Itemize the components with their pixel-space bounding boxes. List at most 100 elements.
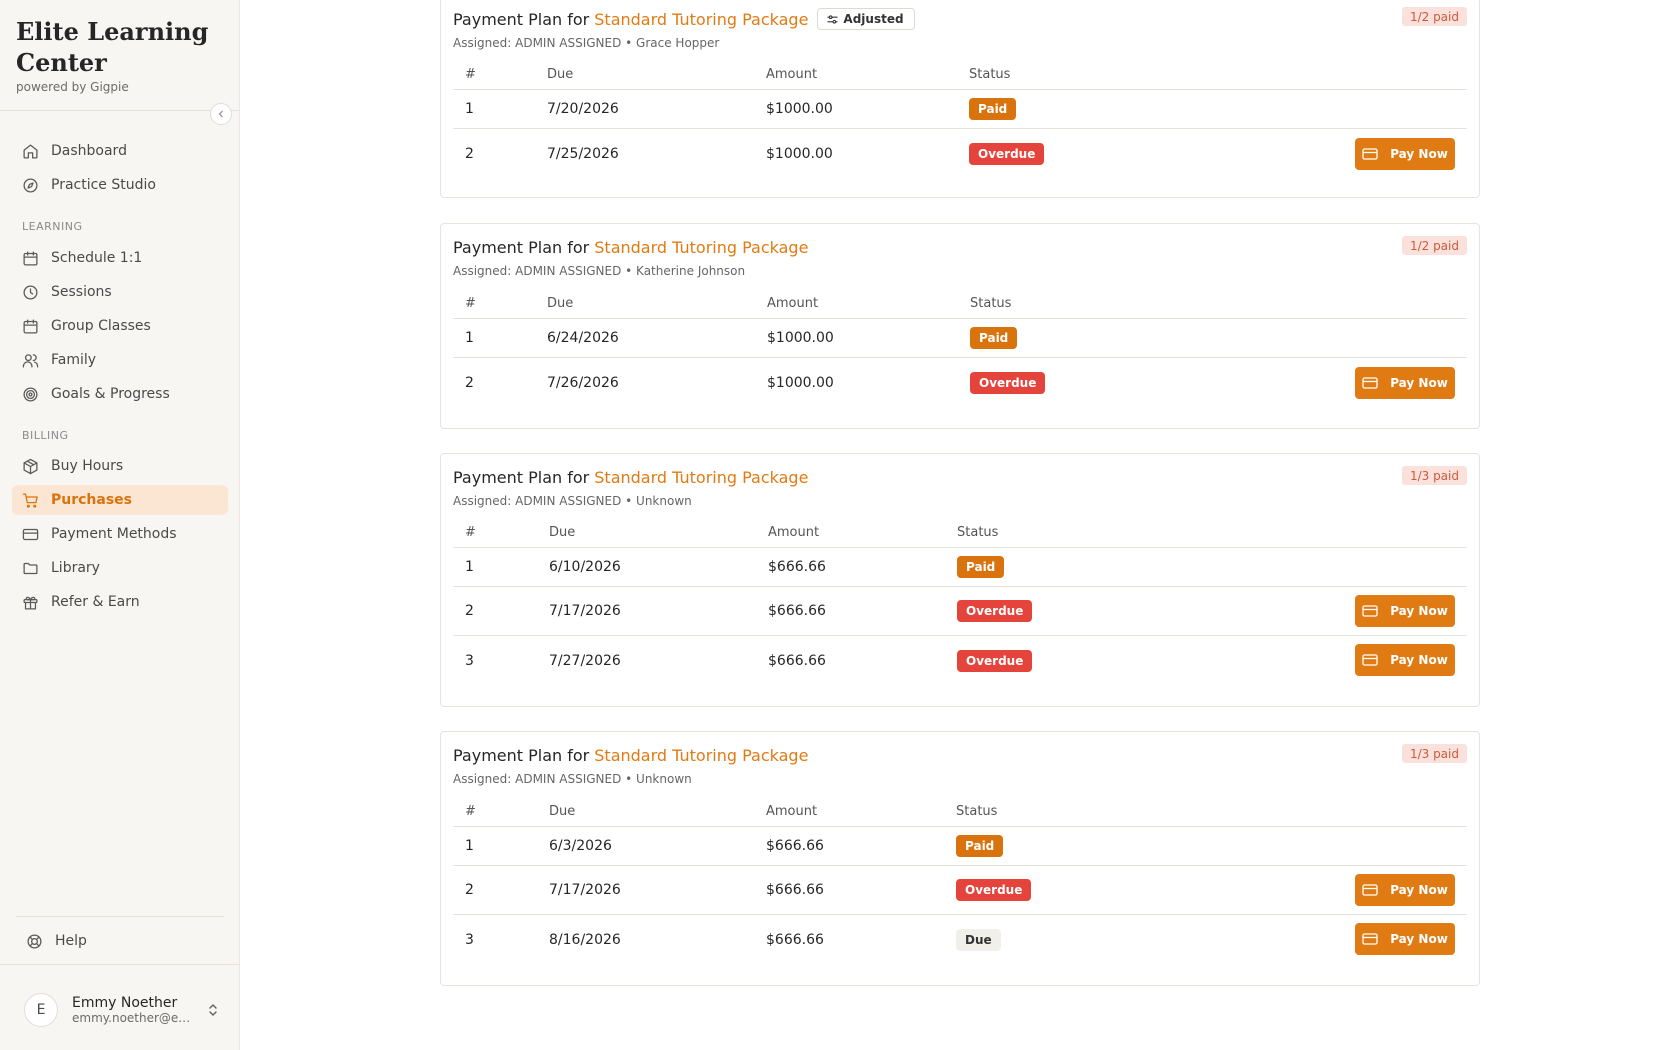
cart-icon [22, 492, 38, 508]
calendar-icon [23, 318, 38, 334]
sidebar-item-goals[interactable]: Goals & Progress [12, 379, 228, 409]
user-menu[interactable]: E Emmy Noether emmy.noether@ex... [24, 990, 224, 1030]
sidebar-item-dashboard[interactable]: Dashboard [12, 136, 228, 166]
sidebar-item-sessions[interactable]: Sessions [12, 277, 228, 307]
sidebar-item-family[interactable]: Family [12, 345, 228, 375]
sidebar-item-label: Library [51, 560, 100, 576]
amount: $666.66 [768, 603, 826, 619]
pay-now-button[interactable]: Pay Now [1355, 644, 1455, 676]
pay-now-label: Pay Now [1390, 932, 1448, 946]
sidebar-item-practice-studio[interactable]: Practice Studio [12, 170, 228, 200]
plan-package-link[interactable]: Standard Tutoring Package [594, 10, 808, 29]
table-row: 1 6/10/2026 $666.66 Paid [453, 548, 1467, 587]
sidebar-item-group-classes[interactable]: Group Classes [12, 311, 228, 341]
pay-now-label: Pay Now [1390, 147, 1448, 161]
plan-title-prefix: Payment Plan for [453, 237, 590, 257]
plan-title: Payment Plan for Standard Tutoring Packa… [453, 8, 915, 30]
due-date: 6/10/2026 [549, 559, 621, 575]
plan-title: Payment Plan for Standard Tutoring Packa… [453, 744, 808, 766]
plan-assigned: Assigned: ADMIN ASSIGNED • Unknown [453, 772, 692, 786]
gift-icon [23, 596, 38, 610]
section-label-learning: LEARNING [22, 220, 83, 233]
amount: $1000.00 [766, 146, 833, 162]
due-date: 7/20/2026 [547, 101, 619, 117]
status-badge: Overdue [956, 879, 1032, 901]
status-badge: Paid [956, 835, 1004, 857]
folder-icon [23, 562, 38, 574]
installment-number: 1 [465, 559, 474, 575]
package-icon [23, 458, 38, 474]
plan-assigned: Assigned: ADMIN ASSIGNED • Grace Hopper [453, 36, 720, 50]
sidebar-item-library[interactable]: Library [12, 553, 228, 583]
column-header-due: Due [547, 67, 574, 82]
main-content: Payment Plan for Standard Tutoring Packa… [240, 0, 1680, 1050]
pay-now-button[interactable]: Pay Now [1355, 874, 1455, 906]
sidebar-item-payment-methods[interactable]: Payment Methods [12, 519, 228, 549]
column-header-num: # [465, 296, 476, 311]
table-row: 1 6/3/2026 $666.66 Paid [453, 827, 1467, 866]
pay-now-button[interactable]: Pay Now [1355, 923, 1455, 955]
status-badge: Due [956, 929, 1001, 951]
pay-now-button[interactable]: Pay Now [1355, 367, 1455, 399]
sidebar-item-refer[interactable]: Refer & Earn [12, 587, 228, 617]
installment-number: 2 [465, 375, 474, 391]
pay-now-button[interactable]: Pay Now [1355, 138, 1455, 170]
sidebar-item-buy-hours[interactable]: Buy Hours [12, 451, 228, 481]
credit-card-icon [1362, 377, 1378, 389]
plan-package-link[interactable]: Standard Tutoring Package [594, 468, 808, 487]
payment-plan-card: Payment Plan for Standard Tutoring Packa… [440, 731, 1480, 986]
table-row: 2 7/25/2026 $1000.00 Overdue Pay Now [453, 129, 1467, 179]
sidebar-item-label: Schedule 1:1 [51, 250, 143, 266]
chevron-left-icon [218, 110, 223, 118]
plan-assigned: Assigned: ADMIN ASSIGNED • Unknown [453, 494, 692, 508]
due-date: 7/26/2026 [547, 375, 619, 391]
table-header: # Due Amount Status [453, 518, 1467, 548]
table-row: 3 8/16/2026 $666.66 Due Pay Now [453, 915, 1467, 965]
credit-card-icon [1362, 884, 1378, 896]
installment-number: 1 [465, 101, 474, 117]
divider [16, 916, 224, 917]
table-row: 3 7/27/2026 $666.66 Overdue Pay Now [453, 636, 1467, 686]
credit-card-icon [1362, 605, 1378, 617]
amount: $666.66 [766, 838, 824, 854]
avatar: E [24, 993, 58, 1027]
user-email: emmy.noether@ex... [72, 1011, 192, 1025]
column-header-due: Due [549, 525, 576, 540]
due-date: 6/3/2026 [549, 838, 612, 854]
target-icon [23, 386, 38, 402]
installment-number: 2 [465, 146, 474, 162]
installment-number: 3 [465, 932, 474, 948]
table-row: 1 6/24/2026 $1000.00 Paid [453, 319, 1467, 358]
plan-title: Payment Plan for Standard Tutoring Packa… [453, 236, 808, 258]
due-date: 7/17/2026 [549, 603, 621, 619]
sidebar-item-label: Sessions [51, 284, 112, 300]
sidebar-item-help[interactable]: Help [16, 926, 224, 956]
column-header-status: Status [970, 296, 1012, 311]
sidebar-item-purchases[interactable]: Purchases [12, 485, 228, 515]
credit-card-icon [1362, 933, 1378, 945]
column-header-num: # [465, 525, 476, 540]
plan-package-link[interactable]: Standard Tutoring Package [594, 238, 808, 257]
status-badge: Overdue [970, 372, 1046, 394]
table-row: 2 7/17/2026 $666.66 Overdue Pay Now [453, 866, 1467, 915]
column-header-amount: Amount [768, 525, 820, 540]
plan-title-prefix: Payment Plan for [453, 9, 590, 29]
plan-assigned: Assigned: ADMIN ASSIGNED • Katherine Joh… [453, 264, 746, 278]
pay-now-button[interactable]: Pay Now [1355, 595, 1455, 627]
table-header: # Due Amount Status [453, 60, 1467, 90]
sidebar-item-label: Group Classes [51, 318, 151, 334]
collapse-sidebar-button[interactable] [210, 103, 232, 125]
column-header-num: # [465, 67, 476, 82]
amount: $1000.00 [767, 330, 834, 346]
clock-icon [23, 284, 38, 300]
sidebar-item-label: Help [55, 933, 87, 949]
paid-count-badge: 1/3 paid [1401, 466, 1467, 485]
plan-package-link[interactable]: Standard Tutoring Package [594, 746, 808, 765]
column-header-amount: Amount [767, 296, 819, 311]
lifebuoy-icon [27, 933, 42, 949]
compass-icon [23, 177, 38, 193]
status-badge: Paid [957, 556, 1005, 578]
sidebar-item-schedule[interactable]: Schedule 1:1 [12, 243, 228, 273]
paid-count-badge: 1/3 paid [1401, 744, 1467, 763]
column-header-status: Status [957, 525, 999, 540]
